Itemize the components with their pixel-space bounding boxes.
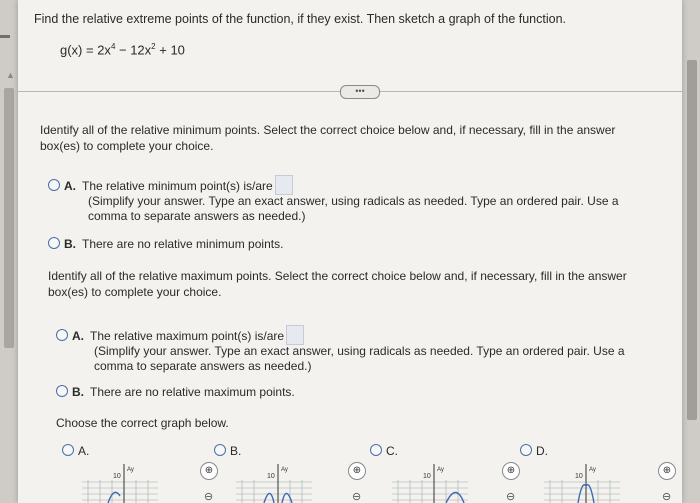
graph-prompt: Choose the correct graph below. [56, 416, 229, 430]
option-letter: B. [230, 444, 242, 458]
maximum-option-b[interactable]: B. There are no relative maximum points. [56, 384, 295, 400]
maximum-prompt-line: box(es) to complete your choice. [48, 285, 222, 299]
option-text: The relative minimum point(s) is/are [82, 179, 273, 193]
right-panel [682, 0, 700, 503]
option-text: The relative maximum point(s) is/are [90, 329, 285, 343]
maximum-prompt: Identify all of the relative maximum poi… [48, 268, 627, 300]
radio-button[interactable] [56, 385, 68, 397]
option-letter: A. [64, 179, 76, 193]
option-letter: D. [536, 444, 548, 458]
minimum-prompt: Identify all of the relative minimum poi… [40, 122, 615, 154]
note-line: comma to separate answers as needed.) [88, 209, 306, 223]
zoom-in-icon[interactable]: ⊕ [502, 462, 520, 480]
note-line: (Simplify your answer. Type an exact ans… [94, 344, 625, 358]
option-letter: C. [386, 444, 398, 458]
radio-button[interactable] [520, 444, 532, 456]
maximum-answer-box[interactable] [286, 325, 305, 345]
zoom-in-icon[interactable]: ⊕ [200, 462, 218, 480]
radio-button[interactable] [214, 444, 226, 456]
minimum-note: (Simplify your answer. Type an exact ans… [88, 194, 619, 224]
function-formula: g(x) = 2x4 − 12x2 + 10 [60, 42, 185, 57]
zoom-out-icon[interactable]: ⊖ [662, 490, 671, 503]
graph-a-svg: Ay 10 [82, 464, 158, 503]
graph-b-svg: Ay 10 [236, 464, 312, 503]
radio-button[interactable] [56, 329, 68, 341]
formula-part: g(x) = 2x [60, 42, 111, 58]
radio-button[interactable] [48, 179, 60, 191]
tick-label: 10 [423, 473, 431, 480]
formula-part: + 10 [155, 42, 185, 58]
maximum-option-a[interactable]: A. The relative maximum point(s) is/are [56, 325, 305, 345]
graph-thumbnail-a[interactable]: Ay 10 [80, 462, 160, 503]
tick-label: 10 [267, 473, 275, 480]
zoom-out-icon[interactable]: ⊖ [204, 490, 213, 503]
y-axis-label: Ay [127, 467, 134, 473]
radio-button[interactable] [62, 444, 74, 456]
radio-button[interactable] [370, 444, 382, 456]
graph-option-a[interactable]: A. [62, 444, 89, 458]
note-line: (Simplify your answer. Type an exact ans… [88, 194, 619, 208]
option-letter: A. [72, 329, 84, 343]
y-axis-label: Ay [437, 467, 444, 473]
graph-thumbnail-c[interactable]: Ay 10 [390, 462, 470, 503]
graph-option-b[interactable]: B. [214, 444, 241, 458]
tick-label: 10 [575, 473, 583, 480]
graph-option-d[interactable]: D. [520, 444, 548, 458]
radio-button[interactable] [48, 237, 60, 249]
option-text: There are no relative minimum points. [82, 237, 284, 251]
option-letter: B. [64, 237, 76, 251]
right-scrollbar[interactable] [687, 60, 697, 420]
graph-thumbnail-b[interactable]: Ay 10 [234, 462, 314, 503]
y-axis-label: Ay [589, 467, 596, 473]
graph-curve [281, 492, 293, 503]
option-letter: B. [72, 385, 84, 399]
option-letter: A. [78, 444, 90, 458]
graph-c-svg: Ay 10 [392, 464, 468, 503]
option-text: There are no relative maximum points. [90, 385, 295, 399]
minimum-prompt-line: Identify all of the relative minimum poi… [40, 123, 616, 137]
zoom-in-icon[interactable]: ⊕ [348, 462, 366, 480]
formula-part: − 12x [115, 42, 152, 58]
y-axis-label: Ay [281, 467, 288, 473]
left-scrollbar[interactable] [4, 88, 14, 348]
graph-option-c[interactable]: C. [370, 444, 398, 458]
tick-label: 10 [113, 473, 121, 480]
more-button[interactable]: ••• [340, 85, 380, 99]
note-line: comma to separate answers as needed.) [94, 359, 312, 373]
zoom-in-icon[interactable]: ⊕ [658, 462, 676, 480]
minimum-option-b[interactable]: B. There are no relative minimum points. [48, 236, 283, 252]
question-title: Find the relative extreme points of the … [34, 12, 567, 26]
graph-curve [263, 492, 275, 503]
graph-thumbnail-d[interactable]: Ay 10 [542, 462, 622, 503]
minimum-prompt-line: box(es) to complete your choice. [40, 139, 214, 153]
maximum-note: (Simplify your answer. Type an exact ans… [94, 344, 625, 374]
zoom-out-icon[interactable]: ⊖ [352, 490, 361, 503]
collapse-arrow-icon[interactable]: ▲ [6, 70, 15, 80]
minimum-answer-box[interactable] [274, 175, 293, 195]
maximum-prompt-line: Identify all of the relative maximum poi… [48, 269, 627, 283]
zoom-out-icon[interactable]: ⊖ [506, 490, 515, 503]
left-panel: ▲ [0, 0, 18, 503]
question-page: Find the relative extreme points of the … [18, 0, 682, 503]
minimum-option-a[interactable]: A. The relative minimum point(s) is/are [48, 175, 293, 195]
panel-tab[interactable] [0, 35, 10, 38]
graph-d-svg: Ay 10 [544, 464, 620, 503]
